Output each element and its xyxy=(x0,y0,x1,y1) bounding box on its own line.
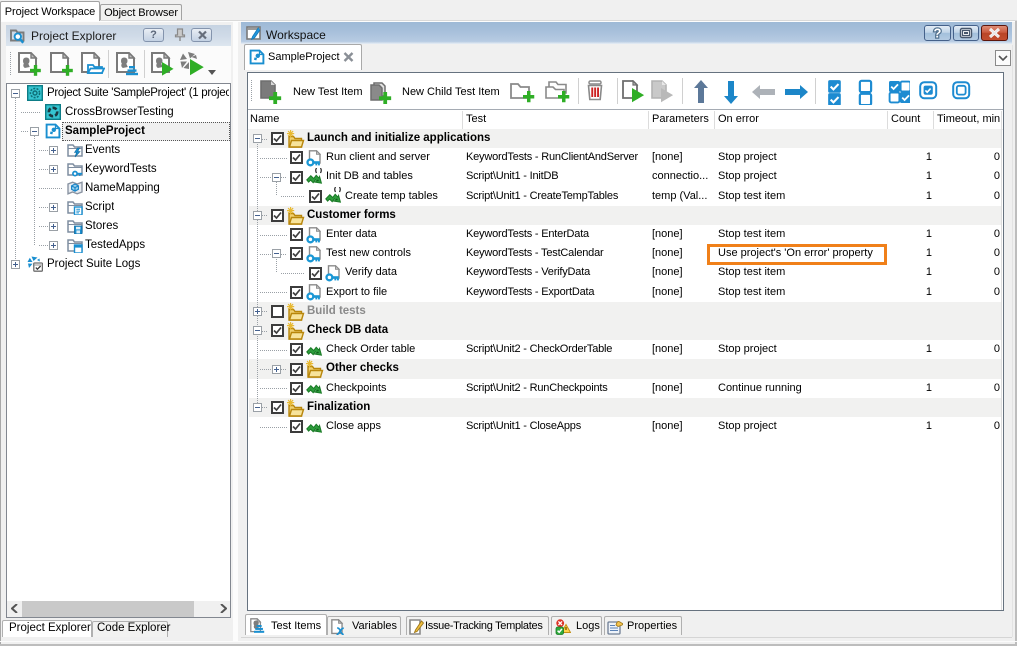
svg-text:?: ? xyxy=(934,26,942,40)
